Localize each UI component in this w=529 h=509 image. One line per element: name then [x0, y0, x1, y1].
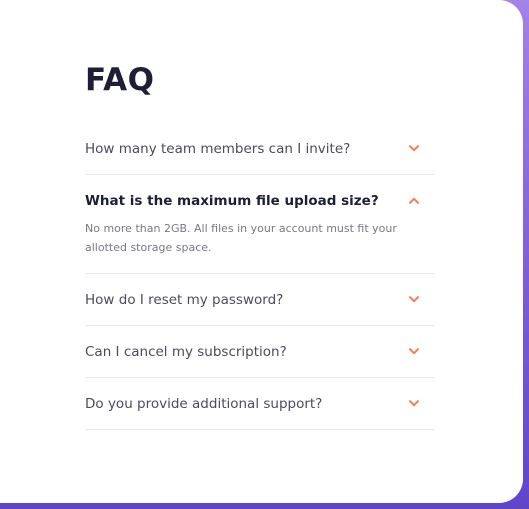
- faq-item: How many team members can I invite?: [85, 123, 435, 175]
- faq-item: Can I cancel my subscription?: [85, 326, 435, 378]
- chevron-down-icon[interactable]: [407, 345, 421, 359]
- faq-question: Do you provide additional support?: [85, 395, 323, 412]
- faq-question-toggle[interactable]: How do I reset my password?: [85, 274, 435, 325]
- faq-question: How many team members can I invite?: [85, 140, 351, 157]
- faq-question-toggle[interactable]: Can I cancel my subscription?: [85, 326, 435, 377]
- faq-card: FAQ How many team members can I invite? …: [0, 0, 523, 503]
- faq-item: Do you provide additional support?: [85, 378, 435, 430]
- chevron-down-icon[interactable]: [407, 142, 421, 156]
- chevron-up-icon[interactable]: [407, 194, 421, 208]
- faq-question-toggle[interactable]: Do you provide additional support?: [85, 378, 435, 429]
- faq-question-toggle[interactable]: How many team members can I invite?: [85, 123, 435, 174]
- faq-question: Can I cancel my subscription?: [85, 343, 287, 360]
- faq-item: How do I reset my password?: [85, 274, 435, 326]
- faq-answer: No more than 2GB. All files in your acco…: [85, 222, 397, 254]
- faq-list: How many team members can I invite? What…: [85, 123, 435, 430]
- chevron-down-icon[interactable]: [407, 397, 421, 411]
- faq-question: What is the maximum file upload size?: [85, 192, 379, 209]
- page-title: FAQ: [85, 62, 155, 98]
- faq-item: What is the maximum file upload size? No…: [85, 175, 435, 274]
- chevron-down-icon[interactable]: [407, 293, 421, 307]
- faq-question: How do I reset my password?: [85, 291, 284, 308]
- page-frame: FAQ How many team members can I invite? …: [0, 0, 529, 509]
